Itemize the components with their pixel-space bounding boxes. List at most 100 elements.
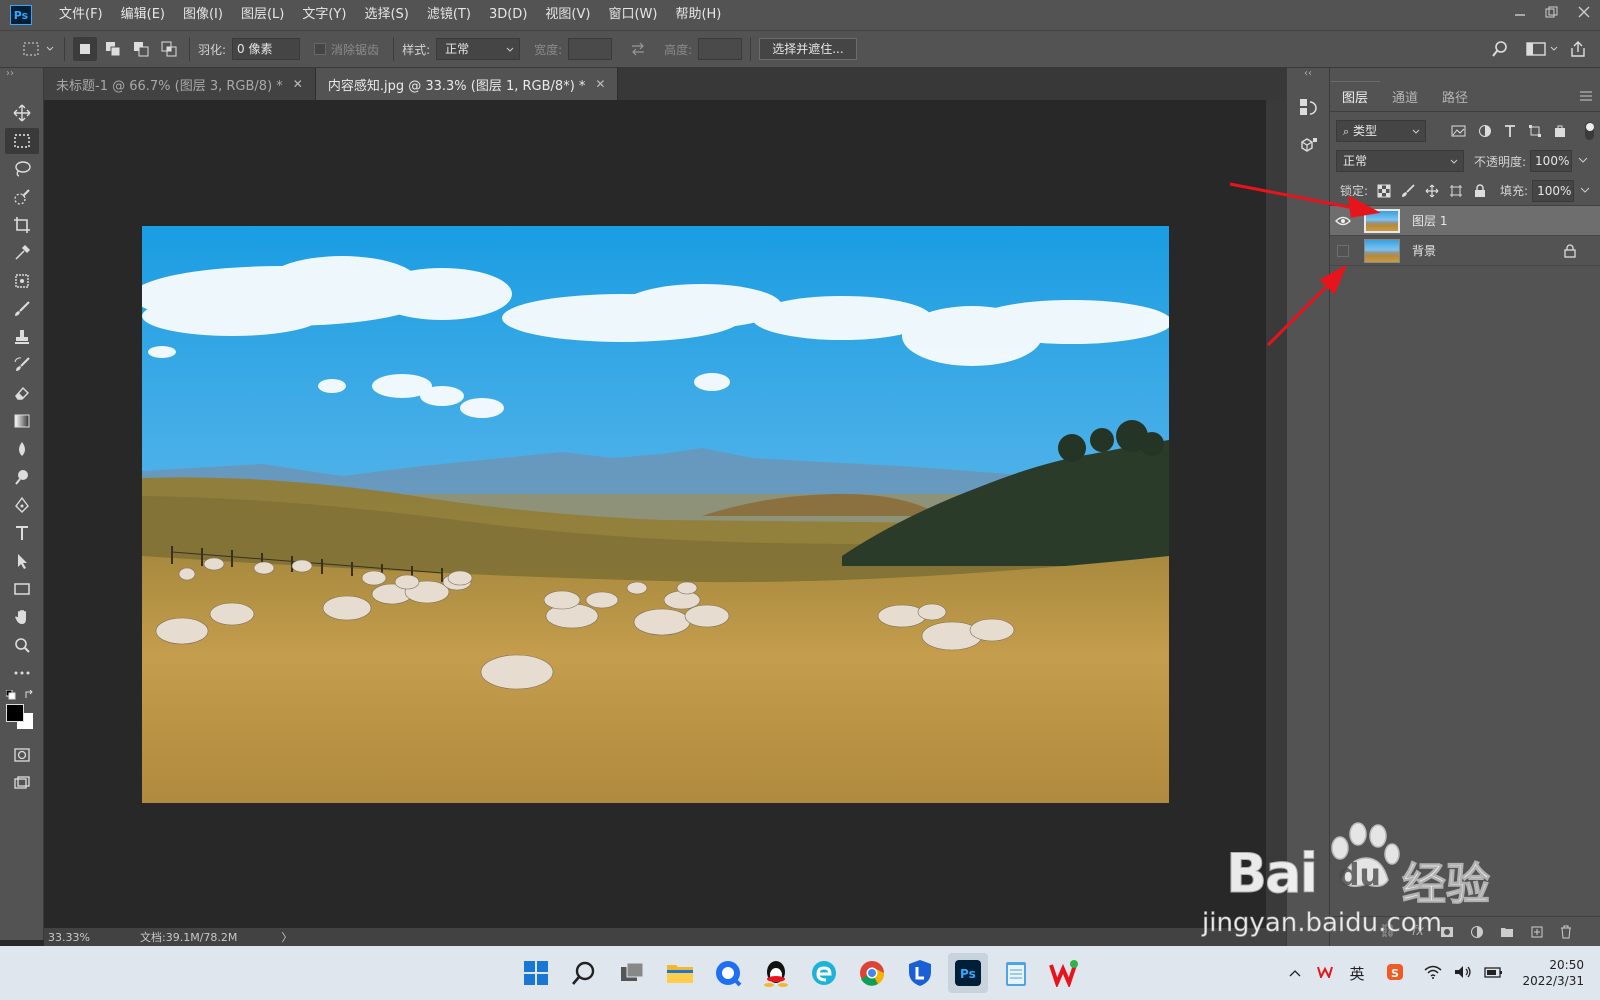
swap-colors-icon[interactable] xyxy=(24,690,34,700)
share-icon[interactable] xyxy=(1566,37,1590,61)
ime-indicator[interactable]: 英 xyxy=(1349,963,1364,984)
crop-icon[interactable] xyxy=(5,212,39,238)
3d-panel-icon[interactable] xyxy=(1296,134,1320,158)
lock-all-icon[interactable] xyxy=(1473,183,1487,198)
edge-browser-icon[interactable] xyxy=(804,953,844,993)
history-brush-icon[interactable] xyxy=(5,352,39,378)
rectangular-marquee-icon[interactable] xyxy=(5,128,39,154)
add-selection-icon[interactable] xyxy=(101,37,125,61)
search-icon[interactable] xyxy=(564,953,604,993)
tab-paths[interactable]: 路径 xyxy=(1430,81,1480,111)
menu-help[interactable]: 帮助(H) xyxy=(666,0,730,30)
menu-file[interactable]: 文件(F) xyxy=(50,0,112,30)
minimize-icon[interactable] xyxy=(1504,0,1536,24)
hand-icon[interactable] xyxy=(5,604,39,630)
layer-name[interactable]: 背景 xyxy=(1412,242,1564,259)
security-shield-icon[interactable] xyxy=(900,953,940,993)
lasso-icon[interactable] xyxy=(5,156,39,182)
shape-filter-icon[interactable] xyxy=(1528,124,1542,138)
blend-mode-select[interactable]: 正常 xyxy=(1336,150,1464,172)
rectangle-shape-icon[interactable] xyxy=(5,576,39,602)
healing-brush-icon[interactable] xyxy=(5,268,39,294)
battery-icon[interactable] xyxy=(1484,965,1504,982)
chevron-down-icon[interactable] xyxy=(1578,187,1592,195)
filter-toggle[interactable] xyxy=(1584,122,1595,140)
blur-icon[interactable] xyxy=(5,436,39,462)
path-selection-icon[interactable] xyxy=(5,548,39,574)
notepad-icon[interactable] xyxy=(996,953,1036,993)
swap-icon[interactable] xyxy=(626,37,650,61)
layer-row-layer-1[interactable]: 图层 1 xyxy=(1330,206,1600,236)
layer-name[interactable]: 图层 1 xyxy=(1412,212,1600,229)
marquee-tool-preset-icon[interactable] xyxy=(20,37,44,61)
lock-position-icon[interactable] xyxy=(1425,184,1439,198)
chevron-down-icon[interactable] xyxy=(1548,37,1560,61)
link-layers-icon[interactable]: ⛓ xyxy=(1379,924,1396,939)
sogou-input-icon[interactable]: S xyxy=(1386,963,1404,984)
qq-icon[interactable] xyxy=(756,953,796,993)
clone-stamp-icon[interactable] xyxy=(5,324,39,350)
photoshop-taskbar-icon[interactable]: Ps xyxy=(948,953,988,993)
panel-menu-icon[interactable] xyxy=(1580,81,1600,111)
system-clock[interactable]: 20:50 2022/3/31 xyxy=(1522,957,1584,989)
restore-icon[interactable] xyxy=(1536,0,1568,24)
lock-artboard-icon[interactable] xyxy=(1449,184,1463,198)
quick-browser-icon[interactable] xyxy=(708,953,748,993)
wps-tray-icon[interactable] xyxy=(1317,966,1334,981)
layer-style-icon[interactable]: fx xyxy=(1412,924,1424,939)
type-filter-icon[interactable] xyxy=(1503,124,1516,138)
history-panel-icon[interactable] xyxy=(1296,96,1320,120)
chevron-down-icon[interactable] xyxy=(1576,157,1590,165)
move-tool-icon[interactable] xyxy=(5,100,39,126)
task-view-icon[interactable] xyxy=(612,953,652,993)
tab-layers[interactable]: 图层 xyxy=(1330,81,1381,111)
quick-mask-icon[interactable] xyxy=(5,742,39,768)
menu-image[interactable]: 图像(I) xyxy=(174,0,232,30)
chrome-icon[interactable] xyxy=(852,953,892,993)
file-explorer-icon[interactable] xyxy=(660,953,700,993)
select-and-mask-button[interactable]: 选择并遮住... xyxy=(759,38,857,60)
menu-window[interactable]: 窗口(W) xyxy=(599,0,666,30)
status-menu-arrow[interactable]: 〉 xyxy=(281,929,292,945)
eraser-icon[interactable] xyxy=(5,380,39,406)
menu-view[interactable]: 视图(V) xyxy=(536,0,599,30)
search-icon[interactable] xyxy=(1488,37,1512,61)
pixel-filter-icon[interactable] xyxy=(1451,124,1466,138)
brush-icon[interactable] xyxy=(5,296,39,322)
eyedropper-icon[interactable] xyxy=(5,240,39,266)
gradient-icon[interactable] xyxy=(5,408,39,434)
type-tool-icon[interactable] xyxy=(5,520,39,546)
fill-input[interactable]: 100% xyxy=(1532,179,1575,202)
vertical-scrollbar[interactable] xyxy=(1266,100,1286,928)
menu-type[interactable]: 文字(Y) xyxy=(293,0,355,30)
document-image[interactable] xyxy=(142,226,1169,803)
intersect-selection-icon[interactable] xyxy=(157,37,181,61)
adjustment-layer-icon[interactable] xyxy=(1470,925,1484,939)
tab-untitled-1[interactable]: 未标题-1 @ 66.7% (图层 3, RGB/8) * ✕ xyxy=(44,68,316,100)
smart-object-filter-icon[interactable] xyxy=(1553,124,1566,138)
close-icon[interactable]: ✕ xyxy=(595,77,605,91)
lock-transparent-icon[interactable] xyxy=(1377,184,1391,198)
photoshop-logo[interactable]: Ps xyxy=(10,5,32,25)
delete-layer-icon[interactable] xyxy=(1560,925,1572,939)
chevron-down-icon[interactable] xyxy=(44,37,56,61)
layer-row-background[interactable]: 背景 xyxy=(1330,236,1600,266)
start-icon[interactable] xyxy=(516,953,556,993)
antialias-checkbox[interactable] xyxy=(314,43,327,55)
pen-icon[interactable] xyxy=(5,492,39,518)
adjustment-filter-icon[interactable] xyxy=(1478,124,1491,138)
layer-mask-icon[interactable] xyxy=(1440,926,1454,938)
menu-3d[interactable]: 3D(D) xyxy=(480,0,536,30)
new-selection-icon[interactable] xyxy=(73,37,97,61)
wifi-icon[interactable] xyxy=(1424,965,1442,982)
collapse-icon[interactable]: ›› xyxy=(0,68,43,98)
eye-icon[interactable] xyxy=(1330,206,1356,236)
filter-kind-select[interactable]: ⌕ 类型 xyxy=(1336,120,1426,142)
tab-channels[interactable]: 通道 xyxy=(1380,81,1430,111)
close-icon[interactable]: ✕ xyxy=(293,77,303,91)
quick-selection-icon[interactable] xyxy=(5,184,39,210)
menu-select[interactable]: 选择(S) xyxy=(355,0,417,30)
tab-content-aware[interactable]: 内容感知.jpg @ 33.3% (图层 1, RGB/8*) * ✕ xyxy=(315,68,619,100)
visibility-box[interactable] xyxy=(1330,236,1356,266)
subtract-selection-icon[interactable] xyxy=(129,37,153,61)
